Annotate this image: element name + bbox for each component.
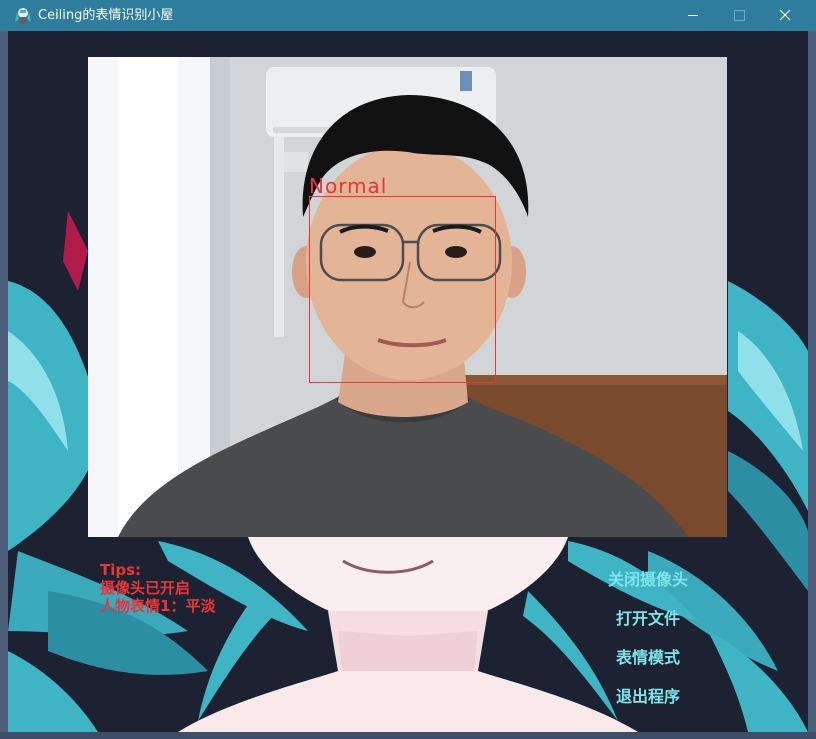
open-file-button[interactable]: 打开文件 bbox=[616, 609, 680, 629]
tips-heading: Tips: bbox=[100, 561, 142, 579]
maximize-button[interactable] bbox=[716, 0, 762, 31]
main-window-client: Normal Tips: 摄像头已开启 人物表情1：平淡 关闭摄像头 打开文件 … bbox=[8, 31, 808, 732]
window-title: Ceiling的表情识别小屋 bbox=[38, 8, 174, 23]
close-icon bbox=[779, 9, 791, 21]
close-button[interactable] bbox=[762, 0, 808, 31]
maximize-icon bbox=[734, 10, 745, 21]
exit-button[interactable]: 退出程序 bbox=[616, 687, 680, 707]
tips-camera-status: 摄像头已开启 bbox=[100, 579, 191, 597]
desktop-edge-right bbox=[808, 31, 816, 739]
tips-panel: Tips: 摄像头已开启 人物表情1：平淡 bbox=[100, 561, 215, 615]
desktop-edge-bottom bbox=[0, 732, 816, 739]
minimize-button[interactable] bbox=[670, 0, 716, 31]
camera-feed: Normal bbox=[88, 57, 727, 537]
title-bar[interactable]: Ceiling的表情识别小屋 bbox=[0, 0, 816, 31]
minimize-icon bbox=[688, 15, 698, 16]
face-detection-box bbox=[309, 196, 496, 383]
expression-mode-button[interactable]: 表情模式 bbox=[616, 648, 680, 668]
desktop-edge-left bbox=[0, 31, 8, 739]
app-character-icon bbox=[15, 8, 31, 24]
detection-label: Normal bbox=[309, 174, 388, 198]
tips-expression-result: 人物表情1：平淡 bbox=[100, 597, 216, 615]
close-camera-button[interactable]: 关闭摄像头 bbox=[608, 570, 688, 590]
